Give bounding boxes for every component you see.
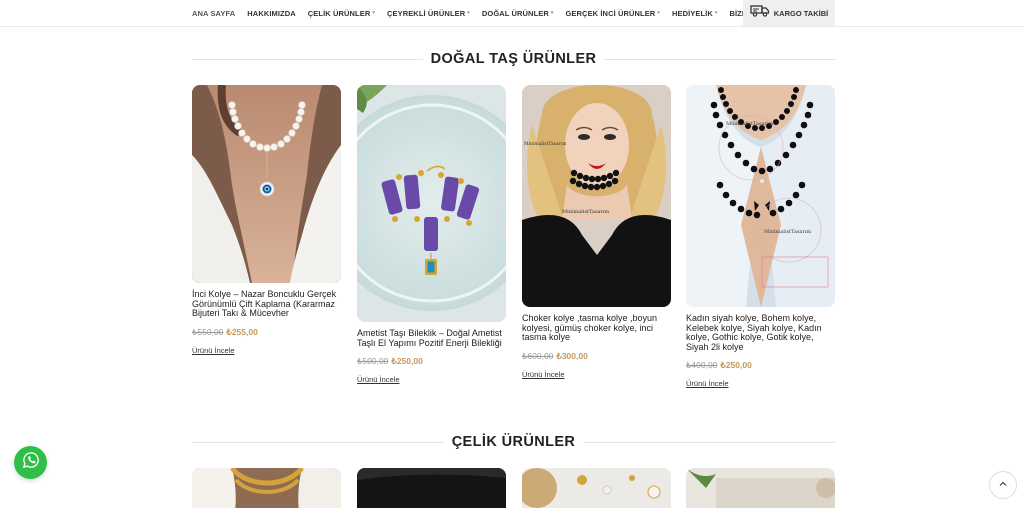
nav-label: HAKKIMIZDA — [247, 8, 296, 18]
product-price: ₺500,00 ₺250,00 — [357, 356, 506, 367]
product-image[interactable] — [686, 468, 835, 508]
nav-label: GERÇEK İNCİ ÜRÜNLER — [565, 8, 656, 18]
watermark-text: MinimalistTasarım — [562, 209, 609, 215]
nav-item-gercek-inci-urunler[interactable]: GERÇEK İNCİ ÜRÜNLER ▾ — [566, 9, 660, 18]
chevron-down-icon: ▾ — [372, 10, 375, 16]
product-image[interactable] — [192, 468, 341, 508]
section-heading: DOĞAL TAŞ ÜRÜNLER — [430, 51, 597, 67]
product-image[interactable]: MinimalistTasarım MinimalistTasarım — [686, 85, 835, 307]
product-price: ₺550,00 ₺255,00 — [192, 327, 341, 338]
product-card — [192, 468, 341, 508]
nav-label: HEDİYELİK — [671, 8, 713, 18]
site-header: ANA SAYFA HAKKIMIZDA ÇELİK ÜRÜNLER ▾ ÇEYR… — [0, 0, 1024, 27]
product-image[interactable] — [522, 468, 671, 508]
old-price: ₺550,00 — [192, 326, 224, 337]
chevron-down-icon: ▾ — [657, 10, 660, 16]
back-to-top-button[interactable] — [989, 471, 1017, 499]
divider — [604, 58, 836, 60]
watermark-text: MinimalistTasarım — [524, 141, 567, 147]
product-name[interactable]: Ametist Taşı Bileklik – Doğal Ametist Ta… — [357, 328, 506, 348]
product-card — [686, 468, 835, 508]
nav-label: ÇEYREKLİ ÜRÜNLER — [386, 8, 466, 18]
product-price: ₺600,00 ₺300,00 — [522, 351, 671, 362]
cargo-tracking-label: KARGO TAKİBİ — [773, 8, 829, 18]
product-name[interactable]: İnci Kolye – Nazar Boncuklu Gerçek Görün… — [192, 289, 341, 319]
nav-label: ÇELİK ÜRÜNLER — [307, 8, 371, 18]
nav-item-hakkimizda[interactable]: HAKKIMIZDA — [247, 9, 296, 18]
product-image[interactable] — [357, 468, 506, 508]
nav-label: DOĞAL ÜRÜNLER — [481, 8, 549, 18]
product-card: MinimalistTasarım MinimalistTasarım Chok… — [522, 85, 671, 382]
chevron-down-icon: ▾ — [467, 10, 470, 16]
divider — [192, 58, 423, 60]
whatsapp-chat-button[interactable] — [14, 446, 47, 479]
main-nav: ANA SAYFA HAKKIMIZDA ÇELİK ÜRÜNLER ▾ ÇEYR… — [192, 0, 778, 26]
nav-item-ceyrekli-urunler[interactable]: ÇEYREKLİ ÜRÜNLER ▾ — [387, 9, 470, 18]
section-title-dogal-tas: DOĞAL TAŞ ÜRÜNLER — [192, 49, 836, 69]
divider — [192, 441, 444, 443]
view-product-link[interactable]: Ürünü İncele — [686, 379, 729, 388]
cargo-tracking-button[interactable]: KARGO TAKİBİ — [743, 0, 835, 26]
nav-label: ANA SAYFA — [192, 8, 236, 18]
whatsapp-icon — [22, 451, 40, 474]
view-product-link[interactable]: Ürünü İncele — [357, 375, 400, 384]
sale-price: ₺250,00 — [391, 356, 423, 367]
product-card: Ametist Taşı Bileklik – Doğal Ametist Ta… — [357, 85, 506, 387]
old-price: ₺400,00 — [686, 360, 718, 371]
sale-price: ₺250,00 — [720, 360, 752, 371]
product-name[interactable]: Choker kolye ,tasma kolye ,boyun kolyesi… — [522, 313, 671, 343]
chevron-up-icon — [998, 476, 1008, 494]
section-heading: ÇELİK ÜRÜNLER — [451, 434, 576, 450]
nav-item-dogal-urunler[interactable]: DOĞAL ÜRÜNLER ▾ — [482, 9, 554, 18]
truck-icon — [750, 4, 770, 22]
nav-item-hediyelik[interactable]: HEDİYELİK ▾ — [672, 9, 718, 18]
product-card: MinimalistTasarım MinimalistTasarım Kadı… — [686, 85, 835, 391]
product-price: ₺400,00 ₺250,00 — [686, 360, 835, 371]
product-card: İnci Kolye – Nazar Boncuklu Gerçek Görün… — [192, 85, 341, 358]
divider — [583, 441, 835, 443]
sale-price: ₺255,00 — [226, 326, 258, 337]
view-product-link[interactable]: Ürünü İncele — [522, 370, 565, 379]
nav-item-ana-sayfa[interactable]: ANA SAYFA — [192, 9, 235, 18]
product-image[interactable] — [357, 85, 506, 322]
product-card — [357, 468, 506, 508]
old-price: ₺600,00 — [522, 350, 554, 361]
old-price: ₺500,00 — [357, 356, 389, 367]
chevron-down-icon: ▾ — [550, 10, 554, 16]
nav-item-celik-urunler[interactable]: ÇELİK ÜRÜNLER ▾ — [308, 9, 375, 18]
product-image[interactable]: MinimalistTasarım MinimalistTasarım — [522, 85, 671, 307]
sale-price: ₺300,00 — [556, 350, 588, 361]
view-product-link[interactable]: Ürünü İncele — [192, 346, 235, 355]
watermark-text: MinimalistTasarım — [726, 121, 773, 127]
product-image[interactable] — [192, 85, 341, 283]
section-title-celik: ÇELİK ÜRÜNLER — [192, 432, 835, 452]
chevron-down-icon: ▾ — [714, 10, 718, 16]
product-card — [522, 468, 671, 508]
watermark-text: MinimalistTasarım — [764, 229, 811, 235]
product-name[interactable]: Kadın siyah kolye, Bohem kolye, Kelebek … — [686, 313, 835, 352]
